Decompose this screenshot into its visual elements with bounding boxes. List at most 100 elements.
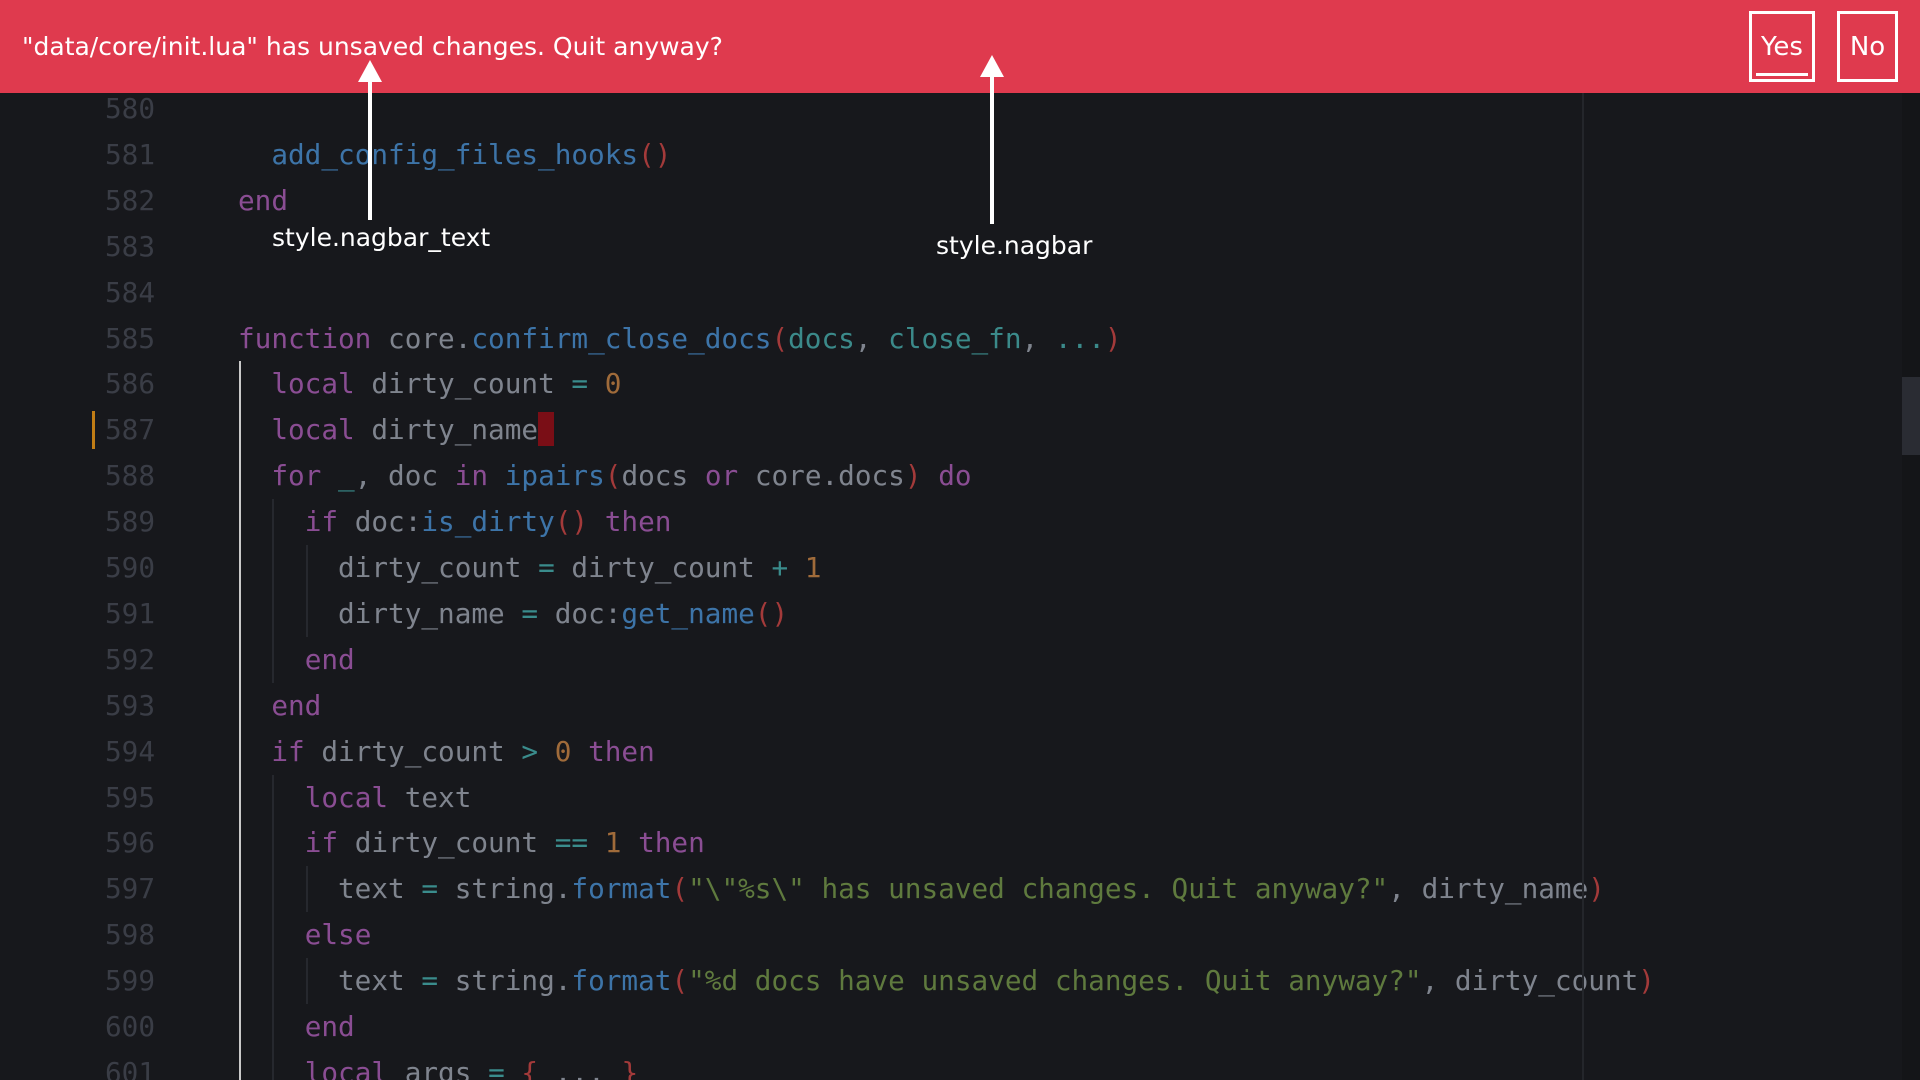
token-n [588,367,605,400]
code-line[interactable]: 599 text = string.format("%d docs have u… [0,958,1900,1005]
code-text: if dirty_count > 0 then [238,729,654,775]
token-n [788,551,805,584]
code-text: end [238,178,288,224]
code-line[interactable]: 593 end [0,682,1900,729]
token-o: = [571,367,589,401]
token-k: or [704,459,739,493]
code-line[interactable]: 582 end [0,178,1900,224]
token-p: ) [1104,321,1122,355]
token-n [505,1056,522,1080]
line-number: 585 [104,321,155,355]
nagbar: "data/core/init.lua" has unsaved changes… [0,0,1920,93]
token-n: core.docs [738,459,905,493]
token-prm: ... [1054,321,1105,355]
code-line[interactable]: 592 end [0,636,1900,683]
token-o: = [421,872,439,906]
line-number: 598 [104,918,155,952]
annotation-arrow-line [368,78,372,220]
code-line[interactable]: 588 for _, doc in ipairs(docs or core.do… [0,453,1900,500]
token-k: function [238,321,372,355]
token-p: ) [1588,872,1605,906]
code-line[interactable]: 596 if dirty_count == 1 then [0,820,1900,867]
token-n [922,459,939,492]
token-n: dirty_count [304,734,522,768]
code-line[interactable]: 598 else [0,912,1900,959]
token-n: , doc [354,459,455,493]
line-number: 582 [104,183,155,217]
line-number: 597 [104,872,155,906]
code-text: local dirty_name [238,407,555,453]
code-text: local dirty_count = 0 [238,361,621,407]
line-number: 600 [104,1010,155,1043]
token-p: } [621,1055,639,1080]
token-n [238,413,271,446]
token-n [238,781,305,814]
line-number: 583 [104,229,155,263]
code-line[interactable]: 580 [0,93,1900,132]
code-line[interactable]: 597 text = string.format("\"%s\" has uns… [0,866,1900,913]
code-line[interactable]: 601 local args = { ... } [0,1049,1900,1080]
token-k: local [304,780,389,814]
code-line[interactable]: 591 dirty_name = doc:get_name() [0,590,1900,637]
token-p: { [521,1055,539,1080]
code-text: add_config_files_hooks() [238,132,671,178]
token-n: docs [621,459,705,493]
line-number: 591 [104,596,155,630]
token-s: "\"%s\" has unsaved changes. Quit anyway… [688,872,1389,906]
code-text: else [238,912,372,958]
code-line[interactable]: 595 local text [0,774,1900,821]
token-k: if [304,505,339,539]
token-n [238,1010,305,1043]
token-o: = [421,964,439,998]
code-text: text = string.format("%d docs have unsav… [238,958,1655,1004]
code-line[interactable]: 600 end [0,1004,1900,1050]
token-n [238,1056,305,1080]
token-n: dirty_count [238,551,539,584]
line-number: 592 [104,642,155,676]
scrollbar-thumb[interactable] [1902,377,1920,455]
token-n [321,459,338,492]
line-number: 601 [104,1055,155,1080]
token-num: 0 [604,367,622,401]
line-limit-ruler [1582,93,1584,1080]
token-p: () [754,596,789,630]
annotation-arrow-line [990,73,994,224]
token-n: dirty_count [554,551,772,584]
token-n: args [388,1055,489,1080]
token-p: () [638,137,672,171]
line-number: 593 [104,688,155,722]
code-line[interactable]: 581 add_config_files_hooks() [0,132,1900,178]
token-n: doc: [338,505,422,539]
token-n [538,735,555,768]
token-n [238,643,305,676]
yes-button[interactable]: Yes [1749,11,1815,82]
token-k: if [304,826,339,860]
token-k: then [638,826,705,860]
code-line[interactable]: 590 dirty_count = dirty_count + 1 [0,545,1900,591]
token-num: 1 [804,551,822,584]
code-line[interactable]: 586 local dirty_count = 0 [0,361,1900,408]
code-line[interactable]: 584 [0,270,1900,316]
line-number: 580 [104,93,155,125]
token-k: local [304,1055,389,1080]
token-n: dirty_name [354,413,539,447]
token-n: ... [538,1055,622,1080]
code-line[interactable]: 585 function core.confirm_close_docs(docs… [0,316,1900,362]
scrollbar-track[interactable] [1902,93,1920,1080]
token-k: end [238,183,289,217]
token-n [238,505,305,538]
token-n: text [388,780,472,814]
token-k: for [271,459,322,493]
code-line[interactable]: 589 if doc:is_dirty() then [0,499,1900,546]
token-k: in [454,459,489,493]
code-line[interactable]: 587 local dirty_name [0,407,1900,454]
token-n: , [1021,321,1055,355]
token-n: string. [438,964,572,998]
code-line[interactable]: 594 if dirty_count > 0 then [0,728,1900,775]
token-num: 1 [604,826,622,860]
token-f: add_config_files_hooks [271,137,639,171]
code-text: text = string.format("\"%s\" has unsaved… [238,866,1605,912]
line-number: 595 [104,780,155,814]
no-button[interactable]: No [1837,11,1898,82]
token-n [238,735,271,768]
